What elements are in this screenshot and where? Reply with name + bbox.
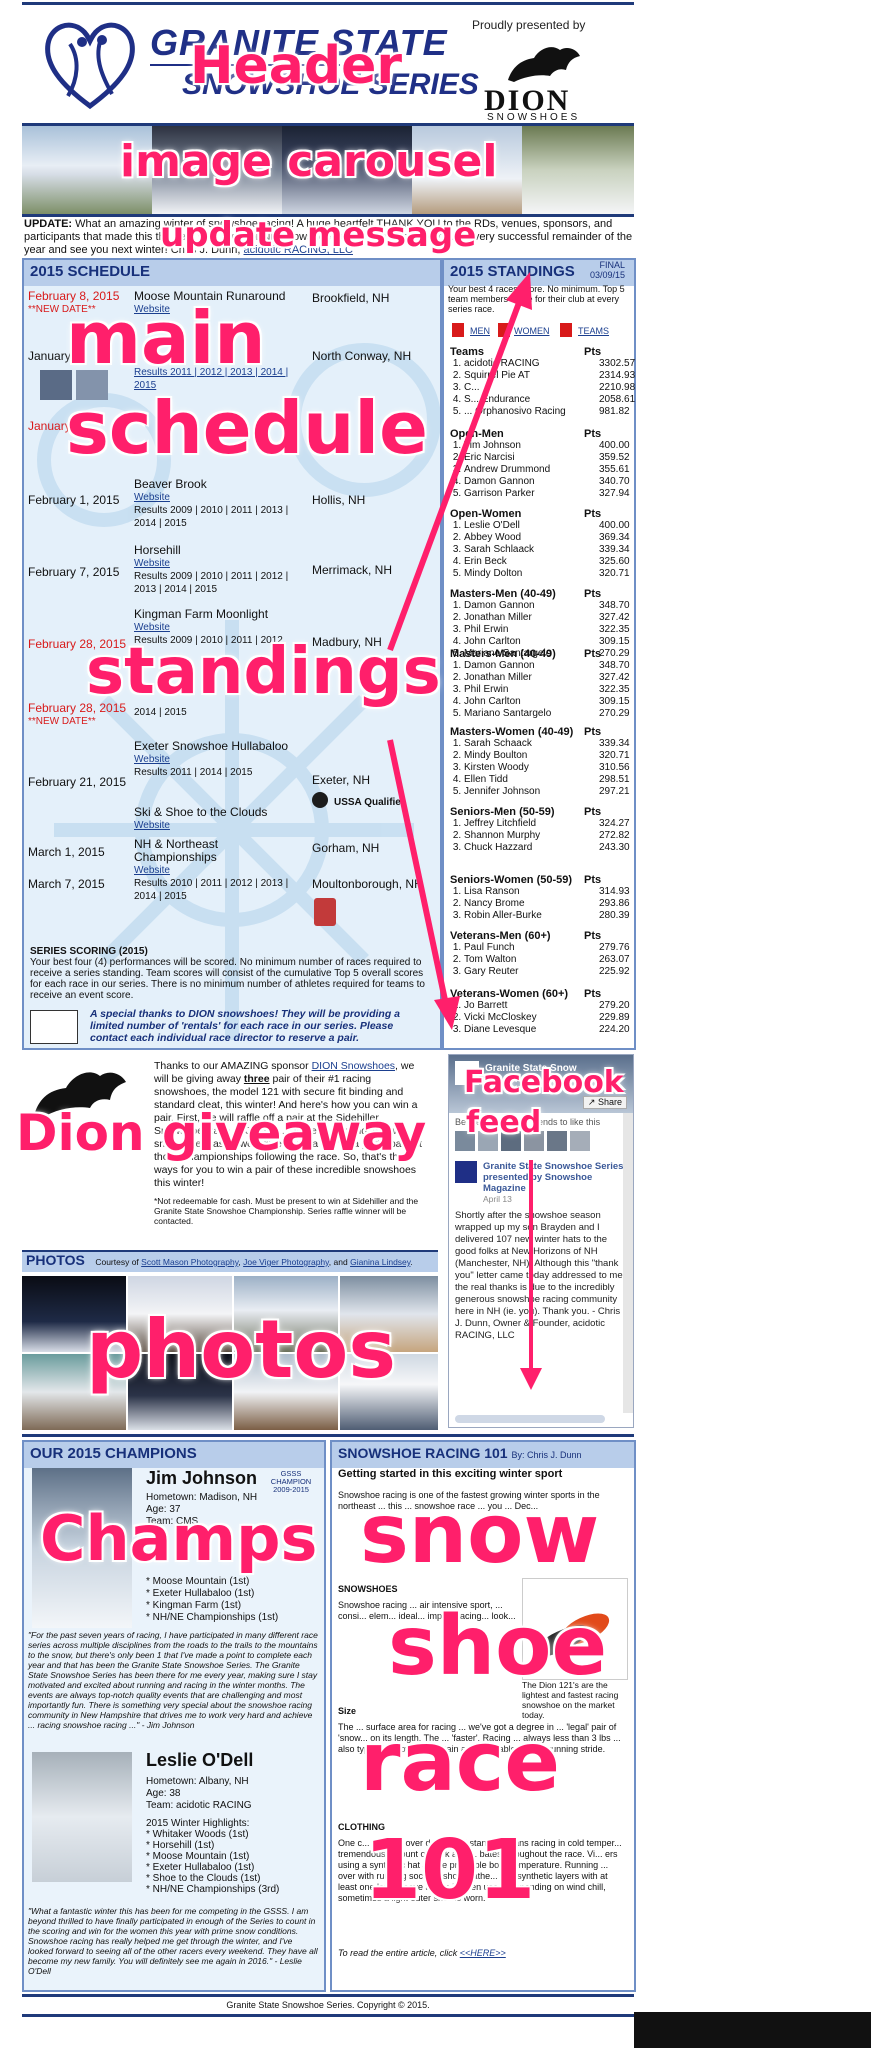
overlay-race: race	[360, 1715, 560, 1810]
overlay-snow: snow	[360, 1487, 600, 1582]
overlay-header: Header	[190, 36, 403, 96]
overlay-giveaway: Dion giveaway	[16, 1104, 427, 1162]
overlay-champs: Champs	[40, 1502, 318, 1575]
overlay-shoe: shoe	[388, 1599, 608, 1694]
champion-women-highlights: 2015 Winter Highlights: * Whitaker Woods …	[146, 1818, 280, 1895]
footer-rule	[22, 1994, 634, 1997]
champion-men-quote: "For the past seven years of racing, I h…	[28, 1630, 318, 1730]
overlay-101: 101	[364, 1823, 536, 1918]
overlay-carousel: image carousel	[120, 136, 498, 187]
champion-men-highlights: * Moose Mountain (1st) * Exeter Hullabal…	[146, 1576, 279, 1623]
champion-women-quote: "What a fantastic winter this has been f…	[28, 1906, 318, 1976]
racing101-read-more: To read the entire article, click <<HERE…	[338, 1948, 506, 1958]
overlay-photos: photos	[86, 1303, 396, 1396]
overlay-main: main	[66, 296, 266, 380]
overlay-feed: feed	[466, 1105, 542, 1140]
overlay-update: update message	[160, 215, 477, 255]
champion-women-details: Hometown: Albany, NH Age: 38 Team: acidoti…	[146, 1776, 252, 1811]
footer-rule	[22, 2014, 634, 2017]
footer-black-bar	[634, 2012, 871, 2048]
champion-women-name: Leslie O'Dell	[146, 1750, 254, 1770]
overlay-standings: standings	[86, 635, 441, 709]
overlay-facebook: Facebook	[464, 1065, 624, 1100]
racing101-snowshoes-heading: SNOWSHOES	[338, 1584, 398, 1594]
racing101-size-heading: Size	[338, 1706, 357, 1716]
leslie-odell-photo	[32, 1752, 132, 1882]
read-more-link[interactable]: <<HERE>>	[460, 1948, 506, 1958]
overlay-schedule: schedule	[66, 386, 428, 470]
footer-copyright: Granite State Snowshoe Series. Copyright…	[226, 2000, 430, 2010]
